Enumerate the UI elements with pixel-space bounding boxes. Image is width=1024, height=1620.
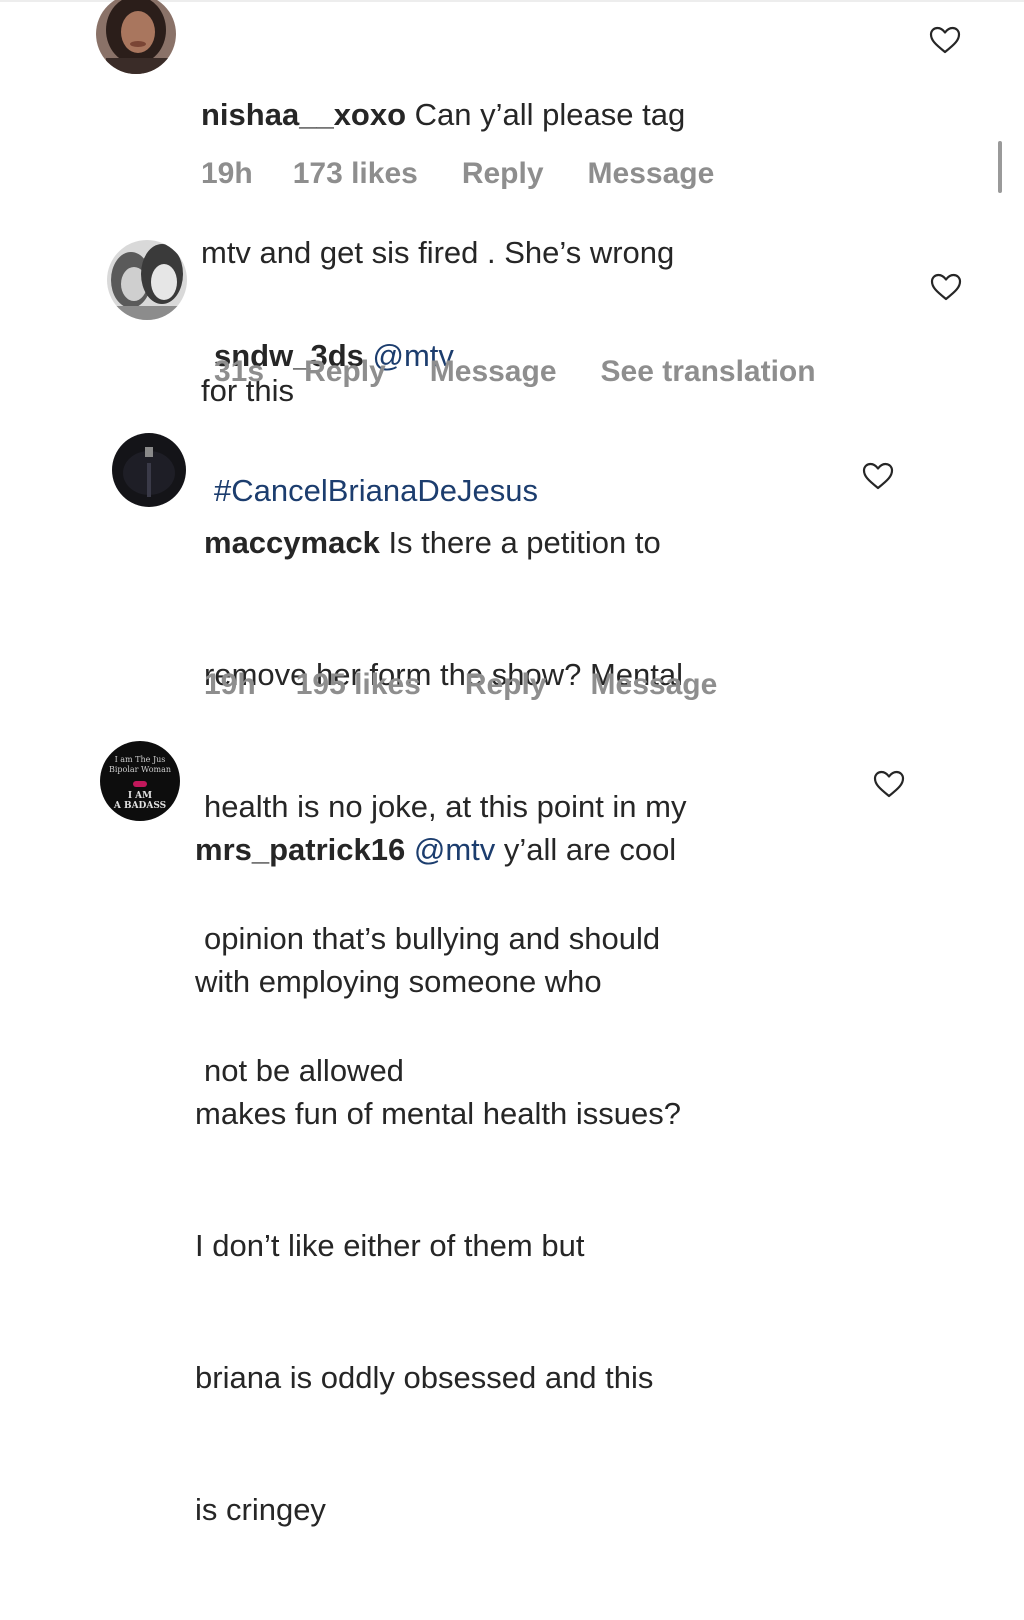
comment-text: with employing someone who [195,964,602,999]
comment-time: 19h [204,668,256,701]
mention-link[interactable]: @mtv [405,832,495,867]
comment-time: 31s [214,355,265,388]
lips-icon [133,781,147,787]
avatar[interactable]: I am The Jus Bipolar Woman I AM A BADASS [100,741,180,821]
avatar-photo-icon [96,0,176,74]
heart-icon[interactable] [930,273,962,301]
comment-text: y’all are cool [495,832,677,867]
avatar-photo-icon [112,433,186,507]
avatar[interactable] [96,0,176,76]
likes-count[interactable]: 195 likes [296,668,421,702]
heart-icon[interactable] [873,770,905,798]
comment-text: I don’t like either of them but [195,1228,585,1263]
avatar[interactable] [107,240,187,320]
avatar[interactable] [112,433,186,507]
message-button[interactable]: Message [430,355,557,389]
heart-icon[interactable] [862,462,894,490]
scroll-indicator[interactable] [998,141,1002,193]
avatar-text: A BADASS [113,801,167,811]
comment-username[interactable]: nishaa__xoxo [201,97,406,132]
reply-button[interactable]: Reply [304,355,386,389]
comment-username[interactable]: mrs_patrick16 [195,832,405,867]
comment-text: is cringey [195,1492,326,1527]
avatar-text: Bipolar Woman [108,765,172,774]
reply-button[interactable]: Reply [462,157,544,191]
reply-button[interactable]: Reply [465,668,547,702]
message-button[interactable]: Message [588,157,715,191]
comment-text: Is there a petition to [379,525,661,560]
comment-text: Can y’all please tag [406,97,686,132]
comment-text: briana is oddly obsessed and this [195,1360,654,1395]
message-button[interactable]: Message [591,668,718,702]
comment-text: makes fun of mental health issues? [195,1096,681,1131]
heart-icon[interactable] [929,26,961,54]
avatar-photo-icon [107,240,187,320]
comment-username[interactable]: maccymack [204,525,380,560]
see-translation-button[interactable]: See translation [601,355,816,389]
likes-count[interactable]: 173 likes [293,157,418,191]
avatar-text: I am The Jus [114,755,166,764]
avatar-text: I AM [127,791,153,801]
comment-time: 19h [201,157,253,190]
